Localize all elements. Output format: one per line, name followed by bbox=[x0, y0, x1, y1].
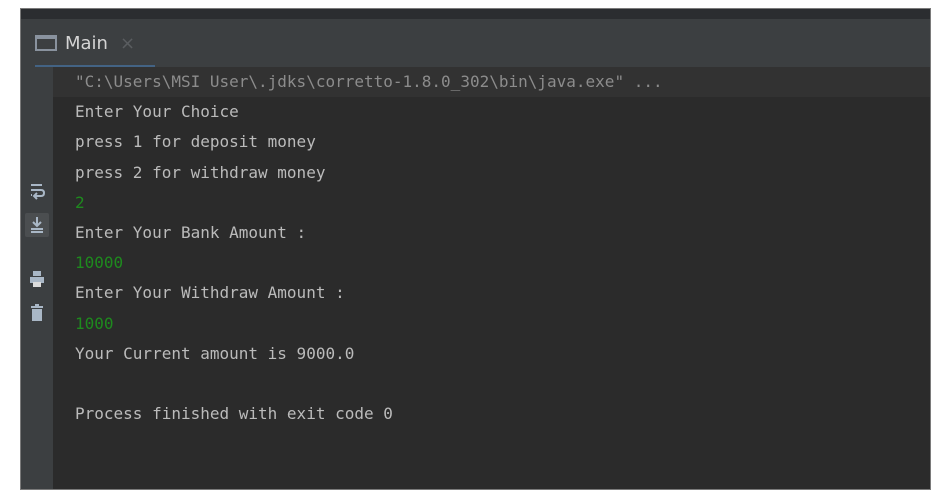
clear-trash-icon[interactable] bbox=[25, 301, 49, 325]
console-output[interactable]: "C:\Users\MSI User\.jdks\corretto-1.8.0_… bbox=[53, 67, 930, 489]
run-tool-window: Main × "C:\Users\MSI User\.jdks\corretto… bbox=[20, 8, 931, 490]
console-output-line: press 1 for deposit money bbox=[75, 132, 316, 152]
console-output-line: Enter Your Bank Amount : bbox=[75, 222, 307, 242]
console-user-input-line: 2 bbox=[75, 192, 85, 212]
console-output-line: Your Current amount is 9000.0 bbox=[75, 343, 355, 363]
console-user-input-line: 1000 bbox=[75, 313, 114, 333]
soft-wrap-icon[interactable] bbox=[25, 179, 49, 203]
console-output-line: press 2 for withdraw money bbox=[75, 162, 326, 182]
tab-label: Main bbox=[65, 32, 108, 54]
console-toolbar bbox=[21, 67, 53, 489]
console-command-line: "C:\Users\MSI User\.jdks\corretto-1.8.0_… bbox=[53, 67, 930, 98]
tab-bar: Main × bbox=[21, 19, 930, 67]
console-output-line: Enter Your Withdraw Amount : bbox=[75, 283, 345, 303]
scroll-to-end-icon[interactable] bbox=[25, 213, 49, 237]
close-icon[interactable]: × bbox=[120, 33, 135, 54]
console-window-icon bbox=[35, 35, 57, 51]
console-user-input-line: 10000 bbox=[75, 253, 124, 273]
console-output-line: Process finished with exit code 0 bbox=[75, 404, 393, 424]
tab-main[interactable]: Main × bbox=[21, 27, 143, 59]
top-strip bbox=[21, 9, 930, 19]
console-output-line: Enter Your Choice bbox=[75, 102, 239, 122]
print-icon[interactable] bbox=[25, 267, 49, 291]
